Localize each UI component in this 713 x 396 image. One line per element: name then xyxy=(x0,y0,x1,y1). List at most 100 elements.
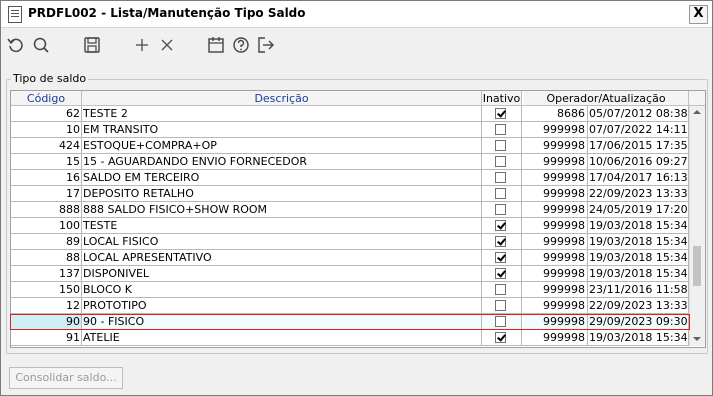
consolidar-saldo-button[interactable]: Consolidar saldo... xyxy=(9,367,123,389)
cell-operador: 999998 xyxy=(524,250,588,266)
column-header-codigo[interactable]: Código xyxy=(11,91,82,106)
cell-atualizacao: 24/05/2019 17:20:23 xyxy=(588,202,689,218)
table-row[interactable]: 888 888 SALDO FISICO+SHOW ROOM 999998 24/05… xyxy=(11,202,689,218)
table-row[interactable]: 88 LOCAL APRESENTATIVO 999998 19/03/2018 15… xyxy=(11,250,689,266)
inativo-checkbox[interactable] xyxy=(495,284,506,295)
cell-codigo: 16 xyxy=(11,170,82,186)
cell-descricao: TESTE xyxy=(82,218,482,234)
cell-inativo xyxy=(482,266,522,282)
scroll-up-icon[interactable] xyxy=(693,110,701,114)
close-button[interactable]: X xyxy=(689,5,708,24)
cell-operador: 999998 xyxy=(524,138,588,154)
search-icon[interactable] xyxy=(30,34,52,56)
add-icon[interactable] xyxy=(131,34,153,56)
table-row[interactable]: 17 DEPOSITO RETALHO 999998 22/09/2023 13:33… xyxy=(11,186,689,202)
cell-atualizacao: 17/04/2017 16:13:43 xyxy=(588,170,689,186)
cell-operador: 8686 xyxy=(524,106,588,122)
scroll-thumb[interactable] xyxy=(693,246,701,286)
cell-atualizacao: 17/06/2015 17:35:47 xyxy=(588,138,689,154)
vertical-scrollbar[interactable] xyxy=(689,106,705,346)
cell-atualizacao: 19/03/2018 15:34:33 xyxy=(588,250,689,266)
table-row[interactable]: 9090 - FISICO 99999829/09/2023 09:30:20 xyxy=(11,314,689,330)
column-header-operador[interactable]: Operador/Atualização xyxy=(524,91,689,106)
inativo-checkbox[interactable] xyxy=(495,316,506,327)
cell-operador: 999998 xyxy=(524,234,588,250)
cell-atualizacao: 19/03/2018 15:34:43 xyxy=(588,330,689,346)
table-row[interactable]: 12PROTOTIPO 99999822/09/2023 13:33:07 xyxy=(11,298,689,314)
table-row[interactable]: 100TESTE 99999819/03/2018 15:34:45 xyxy=(11,218,689,234)
inativo-checkbox[interactable] xyxy=(495,188,506,199)
column-header-inativo[interactable]: Inativo xyxy=(482,91,522,106)
table-row[interactable]: 137DISPONIVEL 99999819/03/2018 15:34:49 xyxy=(11,266,689,282)
inativo-checkbox[interactable] xyxy=(495,156,506,167)
cell-codigo: 424 xyxy=(11,138,82,154)
inativo-checkbox[interactable] xyxy=(495,172,506,183)
cell-codigo: 17 xyxy=(11,186,82,202)
cell-operador: 999998 xyxy=(524,282,588,298)
main-window: PRDFL002 - Lista/Manutenção Tipo Saldo X… xyxy=(0,0,713,396)
table-row[interactable]: 424 ESTOQUE+COMPRA+OP 999998 17/06/2015 17:… xyxy=(11,138,689,154)
cell-inativo xyxy=(482,250,522,266)
refresh-icon[interactable] xyxy=(5,34,27,56)
inativo-checkbox[interactable] xyxy=(495,252,506,263)
inativo-checkbox[interactable] xyxy=(495,124,506,135)
title-bar: PRDFL002 - Lista/Manutenção Tipo Saldo X xyxy=(1,1,712,28)
table-row[interactable]: 16 SALDO EM TERCEIRO 999998 17/04/2017 16:1… xyxy=(11,170,689,186)
toolbar xyxy=(1,29,712,61)
cell-operador: 999998 xyxy=(524,330,588,346)
tipo-saldo-grid[interactable]: Código Descrição Inativo Operador/Atuali… xyxy=(10,90,706,348)
cell-atualizacao: 19/03/2018 15:34:45 xyxy=(588,218,689,234)
table-row[interactable]: 62TESTE 2 868605/07/2012 08:38:53 xyxy=(11,106,689,122)
cell-codigo: 89 xyxy=(11,234,82,250)
window-title: PRDFL002 - Lista/Manutenção Tipo Saldo xyxy=(28,6,306,20)
scroll-down-icon[interactable] xyxy=(693,337,701,341)
cell-operador: 999998 xyxy=(524,122,588,138)
table-row[interactable]: 89LOCAL FISICO 99999819/03/2018 15:34:31 xyxy=(11,234,689,250)
cell-inativo xyxy=(482,330,522,346)
cell-codigo: 10 xyxy=(11,122,82,138)
cell-descricao: DISPONIVEL xyxy=(82,266,482,282)
exit-icon[interactable] xyxy=(255,34,277,56)
cell-operador: 999998 xyxy=(524,202,588,218)
inativo-checkbox[interactable] xyxy=(495,108,506,119)
inativo-checkbox[interactable] xyxy=(495,332,506,343)
cell-atualizacao: 22/09/2023 13:33:07 xyxy=(588,298,689,314)
table-row[interactable]: 150BLOCO K 99999823/11/2016 11:58:53 xyxy=(11,282,689,298)
cell-descricao: ESTOQUE+COMPRA+OP xyxy=(82,138,482,154)
save-icon[interactable] xyxy=(81,34,103,56)
cell-codigo: 91 xyxy=(11,330,82,346)
cell-atualizacao: 23/11/2016 11:58:53 xyxy=(588,282,689,298)
cell-inativo xyxy=(482,138,522,154)
inativo-checkbox[interactable] xyxy=(495,236,506,247)
table-row[interactable]: 15 15 - AGUARDANDO ENVIO FORNECEDOR 999998… xyxy=(11,154,689,170)
cell-codigo: 137 xyxy=(11,266,82,282)
group-label: Tipo de saldo xyxy=(11,72,89,85)
cell-descricao: PROTOTIPO xyxy=(82,298,482,314)
cell-codigo: 888 xyxy=(11,202,82,218)
cell-descricao: 888 SALDO FISICO+SHOW ROOM xyxy=(82,202,482,218)
cell-descricao: LOCAL FISICO xyxy=(82,234,482,250)
cell-atualizacao: 05/07/2012 08:38:53 xyxy=(588,106,689,122)
cell-codigo: 90 xyxy=(11,314,82,330)
cell-descricao: 90 - FISICO xyxy=(82,314,482,330)
inativo-checkbox[interactable] xyxy=(495,140,506,151)
calendar-icon[interactable] xyxy=(205,34,227,56)
inativo-checkbox[interactable] xyxy=(495,204,506,215)
cell-operador: 999998 xyxy=(524,218,588,234)
column-header-descricao[interactable]: Descrição xyxy=(82,91,482,106)
table-row[interactable]: 91ATELIE 99999819/03/2018 15:34:43 xyxy=(11,330,689,346)
cell-inativo xyxy=(482,202,522,218)
cell-inativo xyxy=(482,218,522,234)
cell-operador: 999998 xyxy=(524,186,588,202)
cell-atualizacao: 19/03/2018 15:34:31 xyxy=(588,234,689,250)
help-icon[interactable] xyxy=(230,34,252,56)
delete-icon[interactable] xyxy=(156,34,178,56)
inativo-checkbox[interactable] xyxy=(495,300,506,311)
cell-atualizacao: 10/06/2016 09:27:11 xyxy=(588,154,689,170)
cell-codigo: 150 xyxy=(11,282,82,298)
cell-descricao: TESTE 2 xyxy=(82,106,482,122)
inativo-checkbox[interactable] xyxy=(495,268,506,279)
header-corner xyxy=(689,91,705,106)
table-row[interactable]: 10EM TRANSITO 99999807/07/2022 14:11:30 xyxy=(11,122,689,138)
inativo-checkbox[interactable] xyxy=(495,220,506,231)
